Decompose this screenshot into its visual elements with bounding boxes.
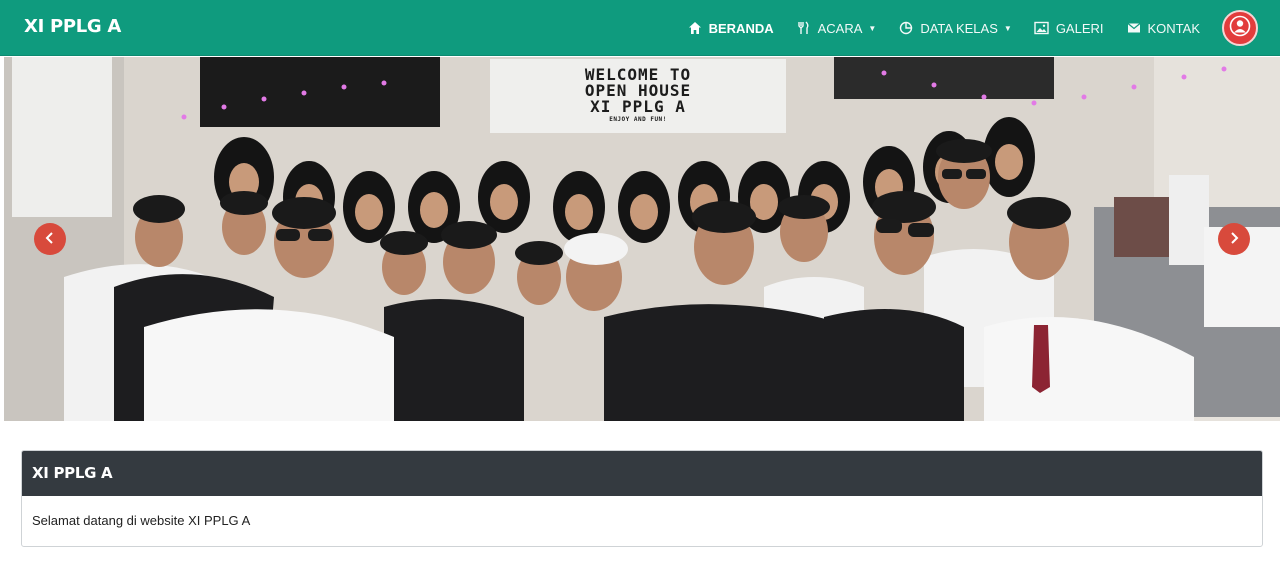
nav-menu: BERANDA ACARA ▼ DATA KELAS ▼ GALERI KONT…	[665, 0, 1200, 56]
nav-item-data-kelas[interactable]: DATA KELAS ▼	[898, 20, 1012, 36]
top-navbar: XI PPLG A BERANDA ACARA ▼ DATA KELAS ▼ G…	[0, 0, 1280, 56]
nav-item-label: BERANDA	[708, 20, 774, 36]
utensils-icon	[796, 20, 812, 36]
caret-down-icon: ▼	[1003, 23, 1012, 33]
chevron-left-icon	[44, 230, 56, 249]
hero-carousel[interactable]: WELCOME TO OPEN HOUSE XI PPLG A ENJOY AN…	[4, 57, 1280, 421]
card-body-text: Selamat datang di website XI PPLG A	[32, 513, 251, 528]
brand-title[interactable]: XI PPLG A	[24, 16, 121, 37]
chevron-right-icon	[1228, 230, 1240, 249]
nav-item-label: GALERI	[1055, 20, 1104, 36]
home-icon	[687, 20, 703, 36]
sign-small-text: ENJOY AND FUN!	[609, 116, 667, 123]
mail-icon	[1126, 20, 1142, 36]
nav-item-label: ACARA	[817, 20, 863, 36]
sign-line: XI PPLG A	[590, 97, 686, 116]
nav-item-beranda[interactable]: BERANDA	[687, 20, 774, 36]
nav-item-kontak[interactable]: KONTAK	[1126, 20, 1201, 36]
nav-item-label: DATA KELAS	[920, 20, 998, 36]
welcome-sign: WELCOME TO OPEN HOUSE XI PPLG A ENJOY AN…	[490, 59, 786, 133]
user-icon	[1229, 15, 1251, 41]
nav-item-acara[interactable]: ACARA ▼	[796, 20, 877, 36]
carousel-next-button[interactable]	[1218, 223, 1250, 255]
nav-item-label: KONTAK	[1147, 20, 1201, 36]
card-title: XI PPLG A	[22, 451, 1262, 496]
profile-avatar-button[interactable]	[1222, 10, 1258, 46]
image-icon	[1034, 20, 1050, 36]
pie-chart-icon	[898, 20, 914, 36]
welcome-card: XI PPLG A Selamat datang di website XI P…	[21, 450, 1263, 547]
nav-item-galeri[interactable]: GALERI	[1034, 20, 1104, 36]
carousel-prev-button[interactable]	[34, 223, 66, 255]
caret-down-icon: ▼	[868, 23, 877, 33]
